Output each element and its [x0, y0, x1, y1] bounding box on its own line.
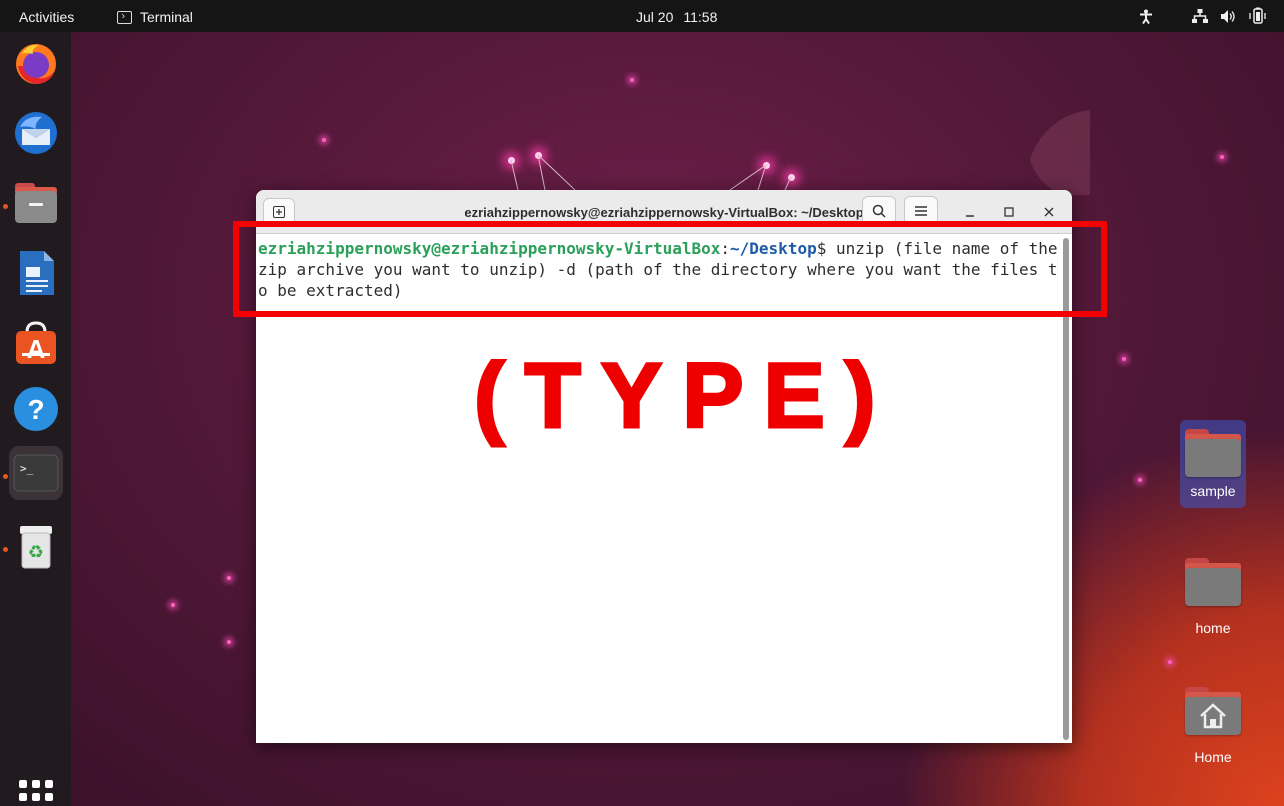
terminal-icon	[117, 10, 132, 24]
clock-date: Jul 20	[636, 9, 674, 25]
top-bar: Activities Terminal Jul 20 11:58	[0, 0, 1284, 32]
app-name: Terminal	[140, 9, 193, 25]
terminal-title: ezriahzippernowsky@ezriahzippernowsky-Vi…	[464, 205, 864, 220]
activities-button[interactable]: Activities	[19, 9, 74, 25]
folder-icon	[1185, 558, 1241, 606]
dock-terminal[interactable]: >_	[9, 446, 63, 500]
help-icon: ?	[14, 387, 58, 431]
dock-help[interactable]: ?	[9, 382, 63, 436]
folder-icon	[1185, 429, 1241, 477]
highlight-box	[233, 221, 1107, 317]
terminal-icon: >_	[13, 454, 59, 492]
volume-icon[interactable]	[1220, 9, 1236, 24]
svg-text:A: A	[27, 334, 46, 364]
dock-trash[interactable]: ♻	[9, 520, 63, 574]
type-annotation: (TYPE)	[473, 345, 896, 447]
svg-text:>_: >_	[20, 462, 34, 475]
desktop-icon-label: home	[1195, 620, 1231, 636]
running-indicator	[3, 204, 8, 209]
app-menu[interactable]: Terminal	[117, 9, 193, 25]
hamburger-icon	[915, 206, 927, 216]
dock-thunderbird[interactable]	[9, 106, 63, 160]
running-indicator	[3, 547, 8, 552]
accessibility-icon[interactable]	[1139, 9, 1153, 24]
home-folder-icon	[1185, 687, 1241, 735]
clock-time: 11:58	[683, 9, 718, 25]
dock: A ? >_ ♻	[0, 32, 71, 806]
maximize-button[interactable]	[999, 202, 1019, 222]
running-indicator	[3, 474, 8, 479]
close-button[interactable]	[1039, 202, 1059, 222]
thunderbird-icon	[15, 112, 57, 154]
desktop-icon-sample[interactable]: sample	[1168, 420, 1258, 508]
close-icon	[1044, 207, 1054, 217]
minimize-icon	[966, 215, 974, 217]
firefox-icon	[16, 44, 56, 84]
battery-icon[interactable]	[1249, 7, 1267, 25]
network-icon[interactable]	[1192, 9, 1208, 24]
dock-files[interactable]	[9, 176, 63, 230]
files-icon	[15, 183, 57, 223]
dock-firefox[interactable]	[9, 36, 63, 90]
trash-icon: ♻	[20, 526, 52, 569]
svg-text:♻: ♻	[28, 542, 44, 563]
app-center-icon: A	[16, 321, 56, 364]
svg-text:?: ?	[27, 394, 44, 425]
dock-app-center[interactable]: A	[9, 316, 63, 370]
desktop-icon-label: sample	[1190, 483, 1236, 499]
clock[interactable]: Jul 20 11:58	[636, 9, 717, 25]
writer-icon	[20, 251, 54, 295]
house-icon	[1200, 703, 1226, 729]
apps-grid-icon[interactable]	[19, 780, 53, 806]
desktop-icon-home[interactable]: home	[1168, 558, 1258, 636]
desktop-icon-label: Home	[1194, 749, 1232, 765]
minimize-button[interactable]	[960, 202, 980, 222]
maximize-icon	[1004, 207, 1014, 217]
dock-libreoffice-writer[interactable]	[9, 246, 63, 300]
search-icon	[872, 204, 886, 218]
desktop-icon-home-folder[interactable]: Home	[1168, 687, 1258, 765]
